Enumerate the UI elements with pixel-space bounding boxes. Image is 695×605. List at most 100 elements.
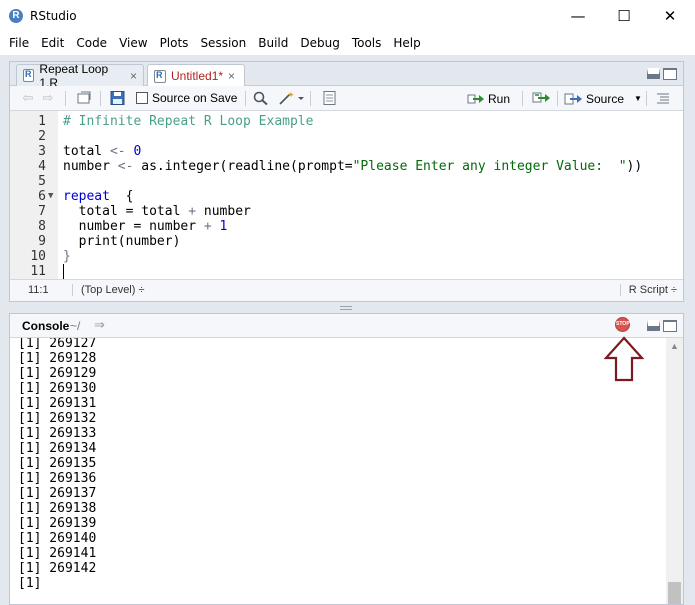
line-number: 9 — [38, 234, 46, 249]
save-icon[interactable] — [110, 91, 126, 105]
console-line: [1] 269129 — [18, 366, 97, 381]
line-number: 3 — [38, 144, 46, 159]
console-line: [1] 269135 — [18, 456, 97, 471]
code-tools-wand-icon[interactable] — [278, 91, 304, 105]
console-header: Console ~/ ⇒ STOP — [10, 314, 683, 338]
go-to-directory-icon[interactable]: ⇒ — [94, 317, 105, 333]
file-type-selector[interactable]: R Script ÷ — [619, 284, 677, 296]
pane-splitter[interactable] — [340, 306, 352, 310]
search-icon[interactable] — [253, 91, 269, 105]
menu-tools[interactable]: Tools — [346, 33, 388, 53]
editor-status-bar: 11:1 (Top Level) ÷ R Script ÷ — [10, 279, 683, 301]
line-number: 5 — [38, 174, 46, 189]
menu-bar: File Edit Code View Plots Session Build … — [0, 32, 695, 54]
tab-close-icon[interactable]: × — [130, 69, 137, 83]
scope-selector[interactable]: (Top Level) ÷ — [72, 284, 145, 296]
code-line-6: repeat { — [63, 189, 134, 204]
line-number: 11 — [30, 264, 46, 279]
code-line-7: total = total + number — [63, 204, 251, 219]
fold-toggle-icon[interactable]: ▼ — [48, 191, 53, 201]
run-arrow-icon — [467, 94, 484, 103]
line-number-gutter: 1 2 3 4 5 6 ▼ 7 8 9 10 11 — [10, 111, 58, 281]
console-line: [1] 269128 — [18, 351, 97, 366]
source-on-save-checkbox[interactable] — [136, 92, 148, 104]
r-file-icon — [23, 69, 35, 82]
source-dropdown-icon[interactable]: ▼ — [634, 94, 642, 103]
console-line: [1] 269131 — [18, 396, 97, 411]
pane-controls — [647, 68, 677, 80]
source-editor-pane: Repeat Loop 1.R × Untitled1* × ⇦ ⇨ — [9, 61, 684, 302]
console-line: [1] 269132 — [18, 411, 97, 426]
minimize-pane-icon[interactable] — [647, 68, 660, 79]
console-line: [1] 269137 — [18, 486, 97, 501]
console-pane-controls — [647, 320, 677, 332]
workspace: Repeat Loop 1.R × Untitled1* × ⇦ ⇨ — [0, 55, 695, 605]
source-on-save-label: Source on Save — [152, 91, 238, 105]
code-line-4: number <- as.integer(readline(prompt="Pl… — [63, 159, 643, 174]
scroll-thumb[interactable] — [668, 582, 681, 604]
scroll-up-icon[interactable]: ▲ — [666, 338, 683, 354]
menu-help[interactable]: Help — [387, 33, 426, 53]
tab-repeat-loop[interactable]: Repeat Loop 1.R × — [16, 62, 144, 90]
menu-plots[interactable]: Plots — [154, 33, 195, 53]
line-number: 1 — [38, 114, 46, 129]
cursor-position: 11:1 — [28, 284, 49, 296]
editor-tab-strip: Repeat Loop 1.R × Untitled1* × — [10, 62, 683, 90]
code-line-1: # Infinite Repeat R Loop Example — [63, 114, 314, 129]
console-scrollbar[interactable]: ▲ — [666, 338, 683, 604]
console-line: [1] 269133 — [18, 426, 97, 441]
menu-file[interactable]: File — [3, 33, 35, 53]
code-editor[interactable]: 1 2 3 4 5 6 ▼ 7 8 9 10 11 # Infinite Rep… — [10, 111, 683, 281]
source-arrow-icon — [564, 93, 582, 104]
run-button[interactable]: Run — [467, 90, 510, 107]
forward-arrow-icon[interactable]: ⇨ — [40, 91, 56, 105]
console-prompt-line: [1] — [18, 576, 42, 591]
tab-untitled1[interactable]: Untitled1* × — [147, 64, 245, 87]
console-line: [1] 269134 — [18, 441, 97, 456]
console-line: [1] 269140 — [18, 531, 97, 546]
show-in-window-icon[interactable] — [76, 91, 92, 105]
console-output[interactable]: [1] 269127 [1] 269128 [1] 269129 [1] 269… — [10, 338, 666, 604]
document-outline-icon[interactable] — [655, 91, 671, 105]
console-line: [1] 269136 — [18, 471, 97, 486]
maximize-pane-icon[interactable] — [663, 320, 677, 332]
menu-build[interactable]: Build — [252, 33, 294, 53]
menu-edit[interactable]: Edit — [35, 33, 70, 53]
title-bar: R RStudio — ☐ ✕ — [0, 0, 695, 32]
console-line: [1] 269141 — [18, 546, 97, 561]
source-button[interactable]: Source ▼ — [564, 90, 642, 107]
minimize-button[interactable]: — — [555, 0, 601, 32]
console-line: [1] 269138 — [18, 501, 97, 516]
rerun-icon[interactable] — [532, 91, 552, 105]
console-tab[interactable]: Console — [22, 319, 69, 333]
line-number: 10 — [30, 249, 46, 264]
maximize-button[interactable]: ☐ — [601, 0, 647, 32]
console-line: [1] 269142 — [18, 561, 97, 576]
line-number: 6 — [38, 189, 46, 204]
source-label: Source — [586, 91, 625, 106]
menu-session[interactable]: Session — [194, 33, 252, 53]
window-title: RStudio — [30, 9, 77, 23]
compile-report-icon[interactable] — [322, 91, 338, 105]
console-line: [1] 269139 — [18, 516, 97, 531]
console-line: [1] 269130 — [18, 381, 97, 396]
stop-icon[interactable]: STOP — [615, 317, 630, 332]
maximize-pane-icon[interactable] — [663, 68, 677, 80]
run-label: Run — [488, 91, 511, 106]
menu-debug[interactable]: Debug — [294, 33, 345, 53]
menu-view[interactable]: View — [113, 33, 153, 53]
code-line-8: number = number + 1 — [63, 219, 228, 234]
code-line-10: } — [63, 249, 71, 264]
line-number: 2 — [38, 129, 46, 144]
rstudio-logo-icon: R — [9, 9, 23, 23]
line-number: 7 — [38, 204, 46, 219]
back-arrow-icon[interactable]: ⇦ — [20, 91, 36, 105]
console-pane: Console ~/ ⇒ STOP [1] 269127 [1] 269128 … — [9, 313, 684, 605]
minimize-pane-icon[interactable] — [647, 320, 660, 331]
menu-code[interactable]: Code — [70, 33, 113, 53]
annotation-up-arrow-icon — [603, 336, 645, 382]
r-file-icon — [154, 69, 166, 83]
working-directory: ~/ — [70, 319, 81, 333]
close-button[interactable]: ✕ — [647, 0, 693, 32]
tab-close-icon[interactable]: × — [228, 69, 235, 83]
